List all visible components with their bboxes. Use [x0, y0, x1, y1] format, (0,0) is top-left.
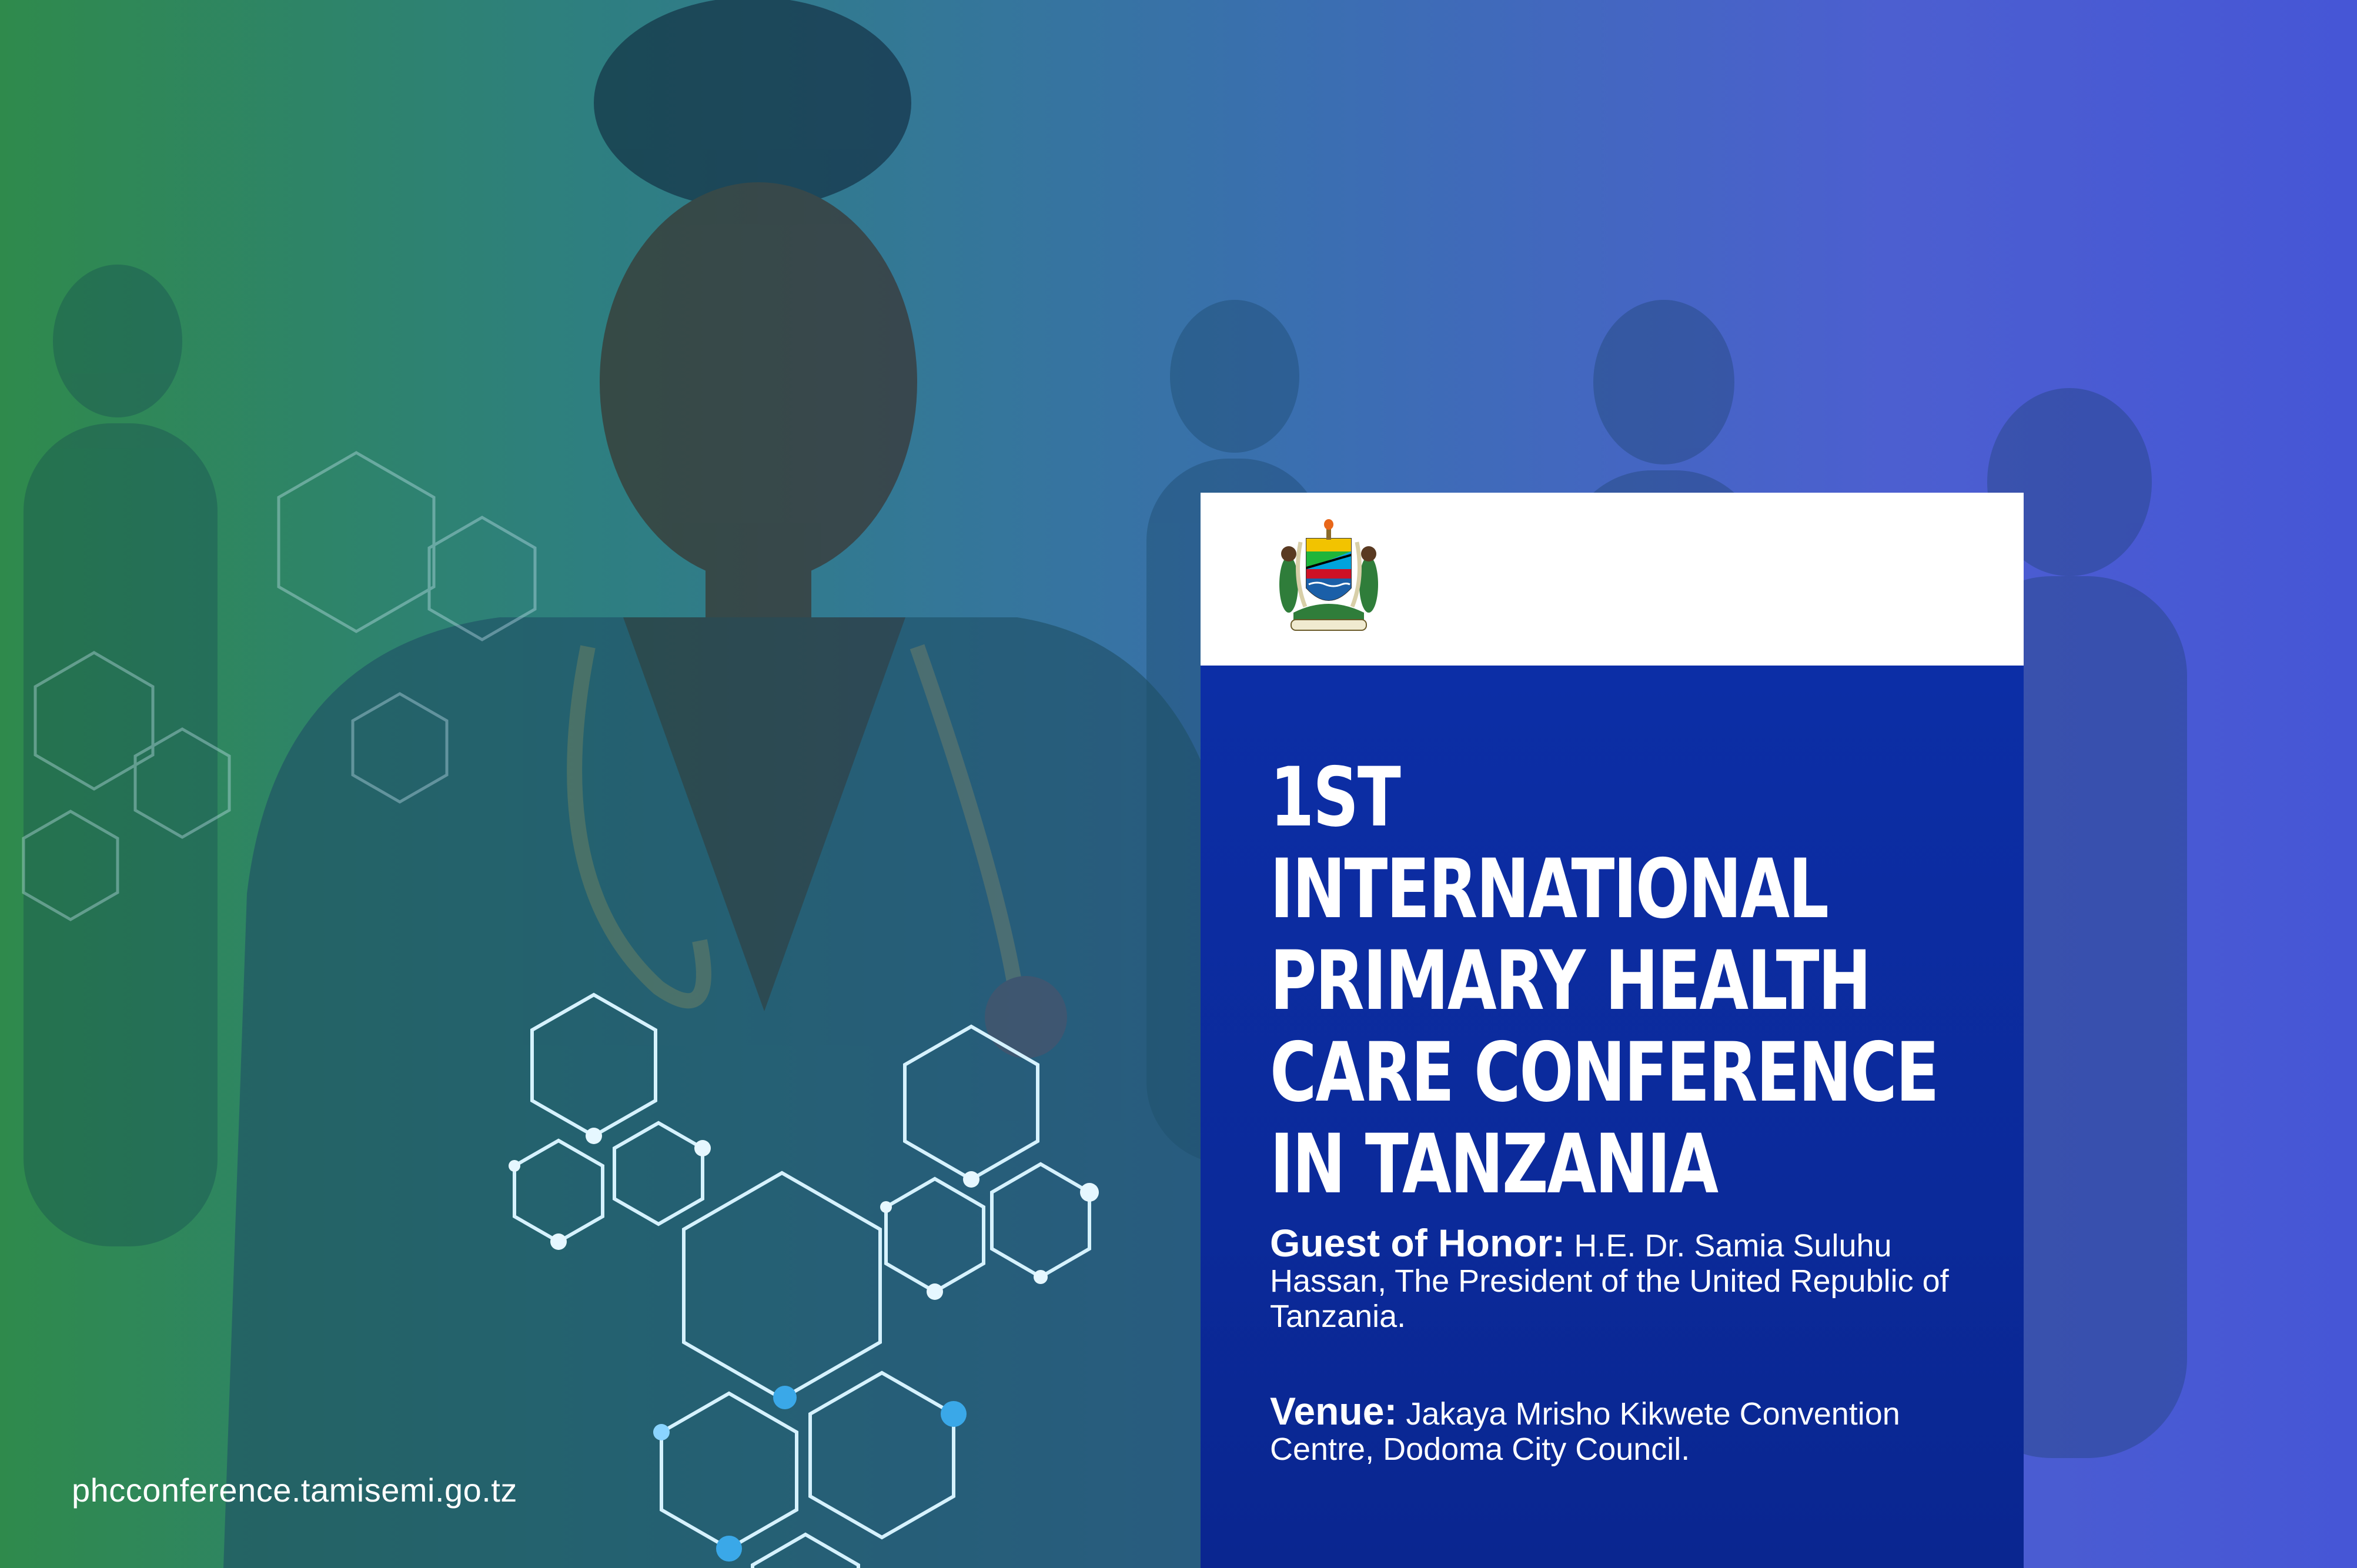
venue: Venue: Jakaya Mrisho Kikwete Convention …	[1270, 1392, 1964, 1467]
hex-cluster-left	[513, 992, 704, 1244]
title-line-5: IN TANZANIA	[1270, 1116, 1719, 1212]
conference-title: 1ST INTERNATIONAL PRIMARY HEALTH CARE CO…	[1270, 751, 1985, 1210]
title-line-2: INTERNATIONAL	[1270, 841, 1829, 937]
title-line-4: CARE CONFERENCE	[1270, 1025, 1940, 1120]
title-line-3: PRIMARY HEALTH	[1270, 933, 1871, 1028]
guest-label: Guest of Honor:	[1270, 1221, 1566, 1265]
conference-card: 1ST INTERNATIONAL PRIMARY HEALTH CARE CO…	[1201, 493, 2024, 1568]
hex-cluster-right	[884, 1024, 1091, 1294]
hex-nodes	[509, 1128, 1099, 1562]
title-line-1: 1ST	[1270, 750, 1401, 845]
venue-label: Venue:	[1270, 1389, 1398, 1433]
guest-of-honor: Guest of Honor: H.E. Dr. Samia Suluhu Ha…	[1270, 1223, 1964, 1334]
website-url: phcconference.tamisemi.go.tz	[72, 1472, 517, 1509]
card-header	[1201, 493, 2024, 666]
tanzania-coat-of-arms-icon	[1279, 519, 1378, 631]
hex-cluster-center	[660, 1171, 955, 1568]
